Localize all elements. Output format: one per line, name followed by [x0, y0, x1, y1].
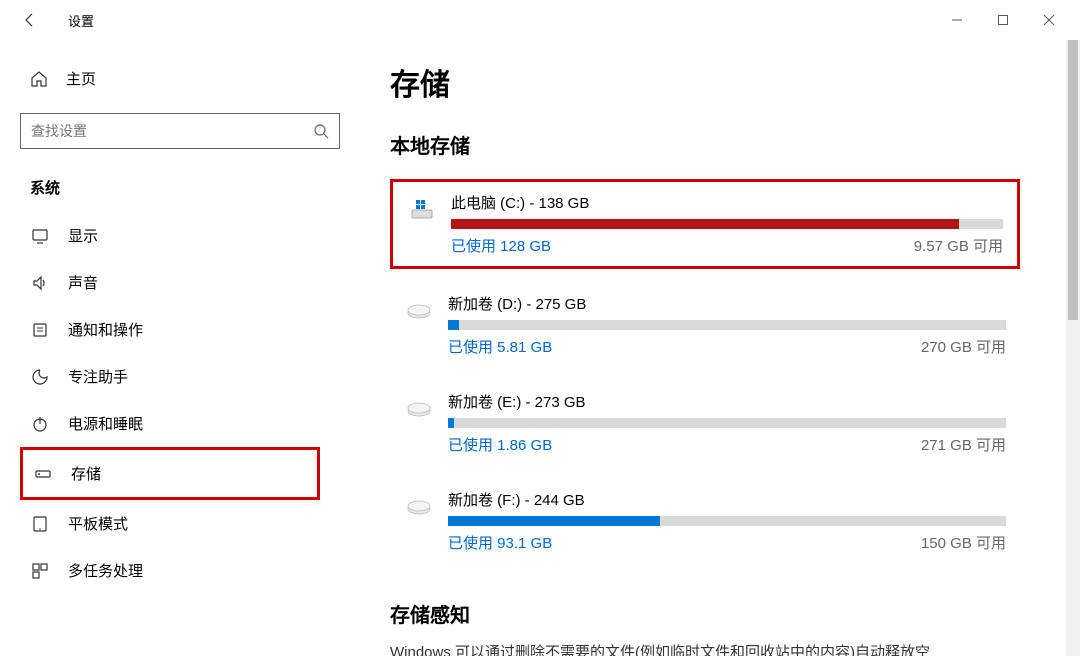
drive-row[interactable]: 新加卷 (D:) - 275 GB 已使用 5.81 GB 270 GB 可用 [390, 283, 1020, 367]
drive-used: 已使用 128 GB [451, 235, 551, 256]
nav-item-display[interactable]: 显示 [20, 212, 360, 259]
close-button[interactable] [1026, 4, 1072, 36]
nav-label: 声音 [68, 272, 98, 293]
maximize-button[interactable] [980, 4, 1026, 36]
nav-label: 平板模式 [68, 513, 128, 534]
local-storage-title: 本地存储 [390, 130, 1020, 159]
display-icon [30, 227, 50, 245]
window-title: 设置 [68, 11, 94, 30]
maximize-icon [997, 14, 1009, 26]
drive-name: 新加卷 (F:) - 244 GB [448, 489, 1006, 510]
focus-icon [30, 368, 50, 386]
content: 存储 本地存储 此电脑 (C:) - 138 GB 已使用 128 GB 9.5… [360, 40, 1080, 656]
drive-name: 此电脑 (C:) - 138 GB [451, 192, 1003, 213]
nav-label: 存储 [71, 463, 101, 484]
drive-row[interactable]: 新加卷 (E:) - 273 GB 已使用 1.86 GB 271 GB 可用 [390, 381, 1020, 465]
nav-list: 显示声音通知和操作专注助手电源和睡眠存储平板模式多任务处理 [20, 212, 360, 594]
close-icon [1043, 14, 1055, 26]
titlebar: 设置 [0, 0, 1080, 40]
page-title: 存储 [390, 60, 1020, 104]
drive-free: 271 GB 可用 [921, 434, 1006, 455]
home-icon [30, 70, 48, 88]
drive-bar [448, 516, 1006, 526]
drive-used: 已使用 5.81 GB [448, 336, 552, 357]
drive-bar [448, 418, 1006, 428]
drive-name: 新加卷 (D:) - 275 GB [448, 293, 1006, 314]
scrollbar-thumb[interactable] [1068, 40, 1078, 320]
drive-free: 150 GB 可用 [921, 532, 1006, 553]
nav-item-tablet[interactable]: 平板模式 [20, 500, 360, 547]
notification-icon [30, 321, 50, 339]
nav-item-focus[interactable]: 专注助手 [20, 353, 360, 400]
drive-bar [451, 219, 1003, 229]
drive-icon [404, 393, 434, 423]
storage-sense-title: 存储感知 [390, 599, 1020, 628]
drive-free: 270 GB 可用 [921, 336, 1006, 357]
drive-free: 9.57 GB 可用 [914, 235, 1003, 256]
drive-used: 已使用 1.86 GB [448, 434, 552, 455]
nav-label: 通知和操作 [68, 319, 143, 340]
multitask-icon [30, 562, 50, 580]
drives-list: 此电脑 (C:) - 138 GB 已使用 128 GB 9.57 GB 可用 … [390, 179, 1020, 563]
sound-icon [30, 274, 50, 292]
nav-item-notification[interactable]: 通知和操作 [20, 306, 360, 353]
drive-icon [404, 295, 434, 325]
nav-item-sound[interactable]: 声音 [20, 259, 360, 306]
search-box[interactable] [20, 113, 340, 149]
drive-row[interactable]: 此电脑 (C:) - 138 GB 已使用 128 GB 9.57 GB 可用 [390, 179, 1020, 269]
nav-label: 专注助手 [68, 366, 128, 387]
search-icon [313, 123, 329, 139]
drive-used: 已使用 93.1 GB [448, 532, 552, 553]
nav-item-power[interactable]: 电源和睡眠 [20, 400, 360, 447]
nav-item-multitask[interactable]: 多任务处理 [20, 547, 360, 594]
section-header: 系统 [20, 177, 360, 212]
storage-icon [33, 465, 53, 483]
minimize-button[interactable] [934, 4, 980, 36]
search-input[interactable] [31, 123, 313, 139]
drive-icon [407, 194, 437, 224]
drive-bar [448, 320, 1006, 330]
nav-item-storage[interactable]: 存储 [20, 447, 320, 500]
drive-name: 新加卷 (E:) - 273 GB [448, 391, 1006, 412]
power-icon [30, 415, 50, 433]
scrollbar[interactable] [1066, 40, 1080, 656]
home-label: 主页 [66, 68, 96, 89]
tablet-icon [30, 515, 50, 533]
storage-sense-desc: Windows 可以通过删除不需要的文件(例如临时文件和回收站中的内容)自动释放… [390, 642, 930, 656]
arrow-left-icon [22, 12, 38, 28]
home-button[interactable]: 主页 [20, 60, 360, 97]
drive-icon [404, 491, 434, 521]
sidebar: 主页 系统 显示声音通知和操作专注助手电源和睡眠存储平板模式多任务处理 [0, 40, 360, 656]
nav-label: 多任务处理 [68, 560, 143, 581]
nav-label: 显示 [68, 225, 98, 246]
nav-label: 电源和睡眠 [68, 413, 143, 434]
minimize-icon [951, 14, 963, 26]
drive-row[interactable]: 新加卷 (F:) - 244 GB 已使用 93.1 GB 150 GB 可用 [390, 479, 1020, 563]
back-button[interactable] [20, 10, 40, 30]
